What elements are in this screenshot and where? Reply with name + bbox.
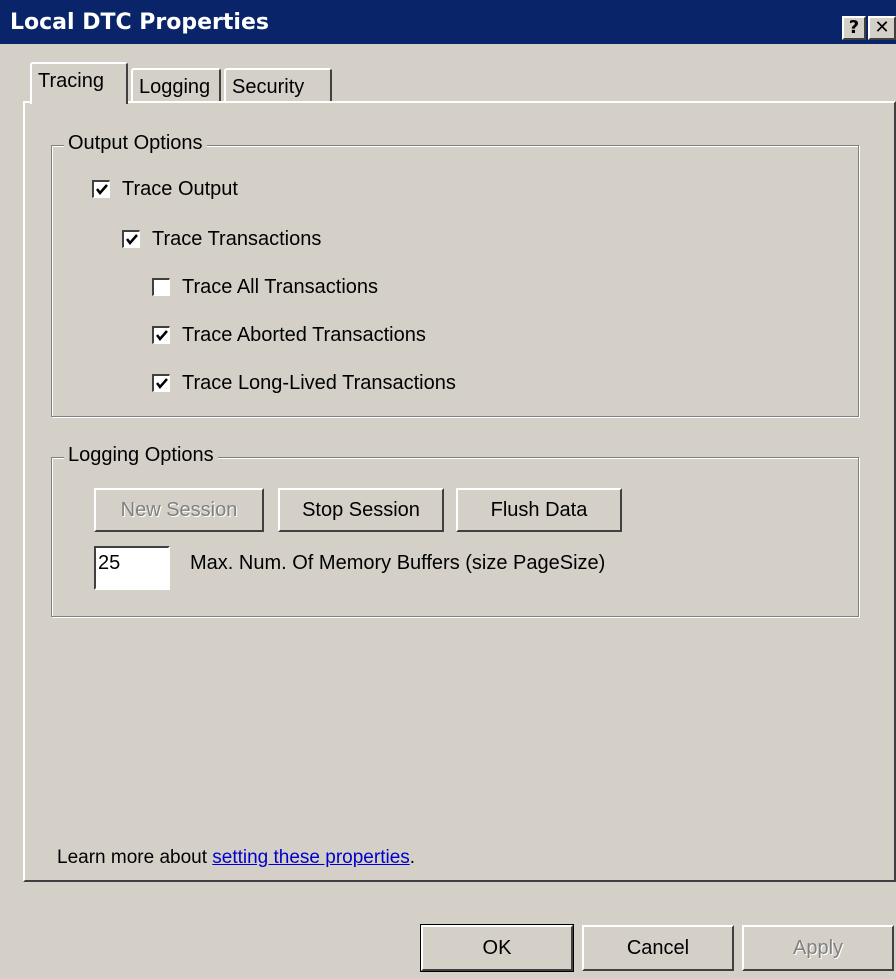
output-options-label: Output Options bbox=[64, 132, 207, 155]
checkbox-unchecked-icon[interactable] bbox=[152, 278, 170, 296]
trace-output-checkbox[interactable]: Trace Output bbox=[92, 176, 238, 202]
tab-security-label: Security bbox=[232, 76, 305, 98]
tracing-tab-panel: Output Options Trace Output Trace Transa… bbox=[23, 101, 896, 882]
trace-all-transactions-label: Trace All Transactions bbox=[182, 275, 379, 298]
title-bar: Local DTC Properties ? ✕ bbox=[0, 0, 896, 44]
output-options-group: Output Options Trace Output Trace Transa… bbox=[51, 132, 859, 417]
apply-button[interactable]: Apply bbox=[742, 925, 894, 971]
learn-more-suffix: . bbox=[409, 847, 416, 868]
learn-more-text: Learn more about setting these propertie… bbox=[57, 847, 415, 869]
stop-session-button[interactable]: Stop Session bbox=[278, 488, 444, 532]
flush-data-button[interactable]: Flush Data bbox=[456, 488, 622, 532]
setting-properties-link[interactable]: setting these properties bbox=[212, 847, 410, 868]
checkbox-checked-icon[interactable] bbox=[152, 374, 170, 392]
tab-security[interactable]: Security bbox=[224, 68, 332, 104]
memory-buffers-label: Max. Num. Of Memory Buffers (size PageSi… bbox=[190, 552, 606, 574]
trace-long-lived-transactions-checkbox[interactable]: Trace Long-Lived Transactions bbox=[152, 370, 456, 396]
tab-tracing-label: Tracing bbox=[38, 70, 104, 92]
checkbox-checked-icon[interactable] bbox=[92, 180, 110, 198]
trace-aborted-transactions-checkbox[interactable]: Trace Aborted Transactions bbox=[152, 322, 426, 348]
trace-transactions-checkbox[interactable]: Trace Transactions bbox=[122, 226, 321, 252]
trace-long-lived-transactions-label: Trace Long-Lived Transactions bbox=[182, 371, 456, 394]
window-title: Local DTC Properties bbox=[10, 10, 269, 35]
close-button[interactable]: ✕ bbox=[868, 16, 896, 40]
memory-buffers-input[interactable]: 25 bbox=[94, 546, 170, 590]
help-button[interactable]: ? bbox=[842, 16, 866, 40]
tab-logging[interactable]: Logging bbox=[131, 68, 221, 104]
trace-aborted-transactions-label: Trace Aborted Transactions bbox=[182, 323, 426, 346]
trace-output-label: Trace Output bbox=[122, 177, 238, 200]
cancel-button[interactable]: Cancel bbox=[582, 925, 734, 971]
learn-more-prefix: Learn more about bbox=[57, 847, 213, 868]
checkbox-checked-icon[interactable] bbox=[122, 230, 140, 248]
logging-options-group: Logging Options New Session Stop Session… bbox=[51, 444, 859, 617]
new-session-button[interactable]: New Session bbox=[94, 488, 264, 532]
ok-button[interactable]: OK bbox=[420, 924, 574, 972]
tab-logging-label: Logging bbox=[139, 76, 211, 98]
tab-tracing[interactable]: Tracing bbox=[30, 62, 128, 104]
checkbox-checked-icon[interactable] bbox=[152, 326, 170, 344]
trace-all-transactions-checkbox[interactable]: Trace All Transactions bbox=[152, 274, 378, 300]
logging-options-label: Logging Options bbox=[64, 444, 218, 467]
trace-transactions-label: Trace Transactions bbox=[152, 227, 322, 250]
